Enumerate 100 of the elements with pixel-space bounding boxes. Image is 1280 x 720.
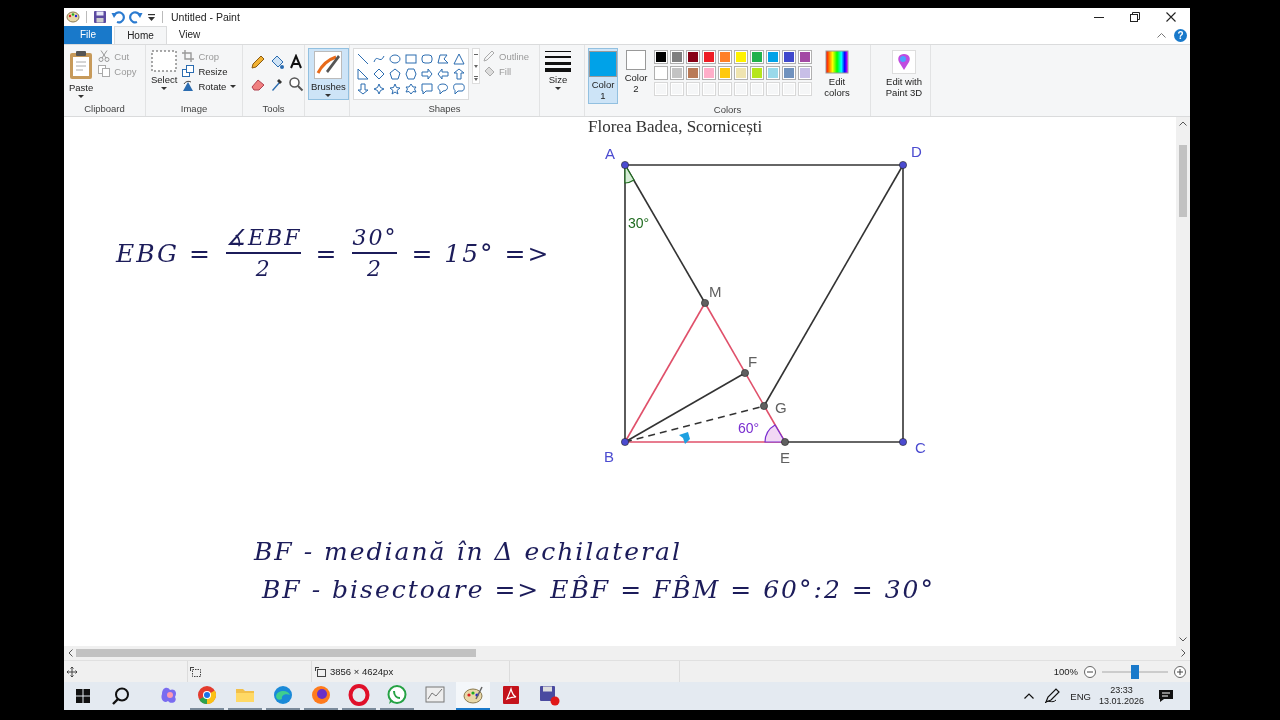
pencil-icon[interactable]: [250, 54, 266, 70]
empty-swatch[interactable]: [702, 82, 716, 96]
show-hidden-icons-icon[interactable]: [1024, 693, 1035, 699]
scroll-down-icon[interactable]: [1179, 637, 1187, 642]
edit-colors-button[interactable]: Edit colors: [815, 48, 859, 100]
curve-icon[interactable]: [373, 53, 385, 65]
rotate-button[interactable]: Rotate: [182, 80, 237, 92]
taskbar-app-button[interactable]: [342, 682, 376, 710]
shapes-scroll-icon[interactable]: [472, 48, 480, 84]
hexagon-icon[interactable]: [405, 68, 417, 80]
language-indicator[interactable]: ENG: [1070, 690, 1091, 702]
diamond-icon[interactable]: [373, 68, 385, 80]
palette-swatch[interactable]: [654, 66, 668, 80]
five-point-star-icon[interactable]: [389, 83, 401, 95]
six-point-star-icon[interactable]: [405, 83, 417, 95]
palette-swatch[interactable]: [734, 66, 748, 80]
select-button[interactable]: Select: [149, 48, 180, 92]
empty-swatch[interactable]: [734, 82, 748, 96]
empty-swatch[interactable]: [766, 82, 780, 96]
palette-swatch[interactable]: [702, 66, 716, 80]
line-icon[interactable]: [357, 53, 369, 65]
pentagon-icon[interactable]: [389, 68, 401, 80]
zoom-slider-thumb[interactable]: [1131, 664, 1139, 679]
rectangular-callout-icon[interactable]: [421, 83, 433, 95]
empty-swatch[interactable]: [718, 82, 732, 96]
pen-icon[interactable]: [1044, 688, 1061, 704]
left-arrow-icon[interactable]: [437, 68, 449, 80]
empty-swatch[interactable]: [686, 82, 700, 96]
up-arrow-icon[interactable]: [453, 68, 465, 80]
clock-button[interactable]: 23:33 13.01.2026: [1098, 685, 1144, 707]
collapse-ribbon-icon[interactable]: [1157, 32, 1166, 38]
right-triangle-icon[interactable]: [357, 68, 369, 80]
right-arrow-icon[interactable]: [421, 68, 433, 80]
edit-with-paint-3d-button[interactable]: Edit with Paint 3D: [874, 48, 934, 100]
notifications-icon[interactable]: [1158, 689, 1174, 703]
save-icon[interactable]: [93, 10, 107, 24]
help-button[interactable]: ?: [1174, 28, 1187, 42]
palette-swatch[interactable]: [686, 50, 700, 64]
scrollbar-thumb[interactable]: [76, 649, 476, 657]
palette-swatch[interactable]: [654, 50, 668, 64]
scroll-right-icon[interactable]: [1181, 649, 1186, 657]
empty-swatch[interactable]: [670, 82, 684, 96]
scrollbar-thumb[interactable]: [1179, 145, 1187, 217]
palette-swatch[interactable]: [670, 66, 684, 80]
empty-swatch[interactable]: [654, 82, 668, 96]
size-button[interactable]: Size: [543, 48, 573, 92]
triangle-icon[interactable]: [453, 53, 465, 65]
resize-button[interactable]: Resize: [182, 65, 237, 77]
image-size-icon: [315, 666, 326, 677]
paste-button[interactable]: Paste: [67, 48, 96, 100]
undo-icon[interactable]: [111, 10, 125, 24]
palette-swatch[interactable]: [766, 66, 780, 80]
text-tool-icon[interactable]: [288, 54, 304, 70]
down-arrow-icon[interactable]: [357, 83, 369, 95]
empty-swatch[interactable]: [798, 82, 812, 96]
oval-icon[interactable]: [389, 53, 401, 65]
color-slot-button[interactable]: Color 1: [588, 48, 618, 104]
customize-caret-icon[interactable]: [147, 12, 156, 22]
palette-swatch[interactable]: [798, 66, 812, 80]
zoom-in-icon[interactable]: [1174, 665, 1186, 678]
ribbon-tab[interactable]: Home: [114, 26, 167, 44]
palette-swatch[interactable]: [686, 66, 700, 80]
palette-swatch[interactable]: [782, 66, 796, 80]
polygon-icon[interactable]: [437, 53, 449, 65]
palette-swatch[interactable]: [702, 50, 716, 64]
oval-callout-icon[interactable]: [437, 83, 449, 95]
color-picker-icon[interactable]: [269, 76, 285, 92]
zoom-out-icon[interactable]: [1084, 665, 1096, 678]
palette-swatch[interactable]: [766, 50, 780, 64]
rounded-rectangle-icon[interactable]: [421, 53, 433, 65]
color-slot-button[interactable]: Color 2: [621, 48, 651, 96]
palette-swatch[interactable]: [670, 50, 684, 64]
cloud-callout-icon[interactable]: [453, 83, 465, 95]
taskbar-app-button[interactable]: [380, 682, 414, 710]
magnifier-icon[interactable]: [288, 76, 304, 92]
fill-bucket-icon[interactable]: [269, 54, 285, 70]
palette-swatch[interactable]: [718, 66, 732, 80]
palette-swatch[interactable]: [718, 50, 732, 64]
scroll-up-icon[interactable]: [1179, 121, 1187, 126]
palette-swatch[interactable]: [750, 50, 764, 64]
restore-icon[interactable]: [1130, 12, 1140, 22]
ribbon-tab[interactable]: View: [166, 26, 213, 44]
scroll-left-icon[interactable]: [68, 649, 73, 657]
taskbar-app-button[interactable]: [456, 682, 490, 710]
empty-swatch[interactable]: [782, 82, 796, 96]
palette-swatch[interactable]: [782, 50, 796, 64]
redo-icon[interactable]: [129, 10, 143, 24]
brushes-button[interactable]: Brushes: [308, 48, 349, 100]
search-icon[interactable]: [112, 687, 130, 705]
empty-swatch[interactable]: [750, 82, 764, 96]
point-label: B: [604, 448, 614, 465]
palette-swatch[interactable]: [798, 50, 812, 64]
point-label: E: [780, 449, 790, 466]
file-tab[interactable]: File: [64, 26, 113, 44]
palette-swatch[interactable]: [750, 66, 764, 80]
windows-start-icon[interactable]: [76, 689, 90, 703]
palette-swatch[interactable]: [734, 50, 748, 64]
four-point-star-icon[interactable]: [373, 83, 385, 95]
close-icon[interactable]: [1166, 12, 1176, 22]
rectangle-icon[interactable]: [405, 53, 417, 65]
